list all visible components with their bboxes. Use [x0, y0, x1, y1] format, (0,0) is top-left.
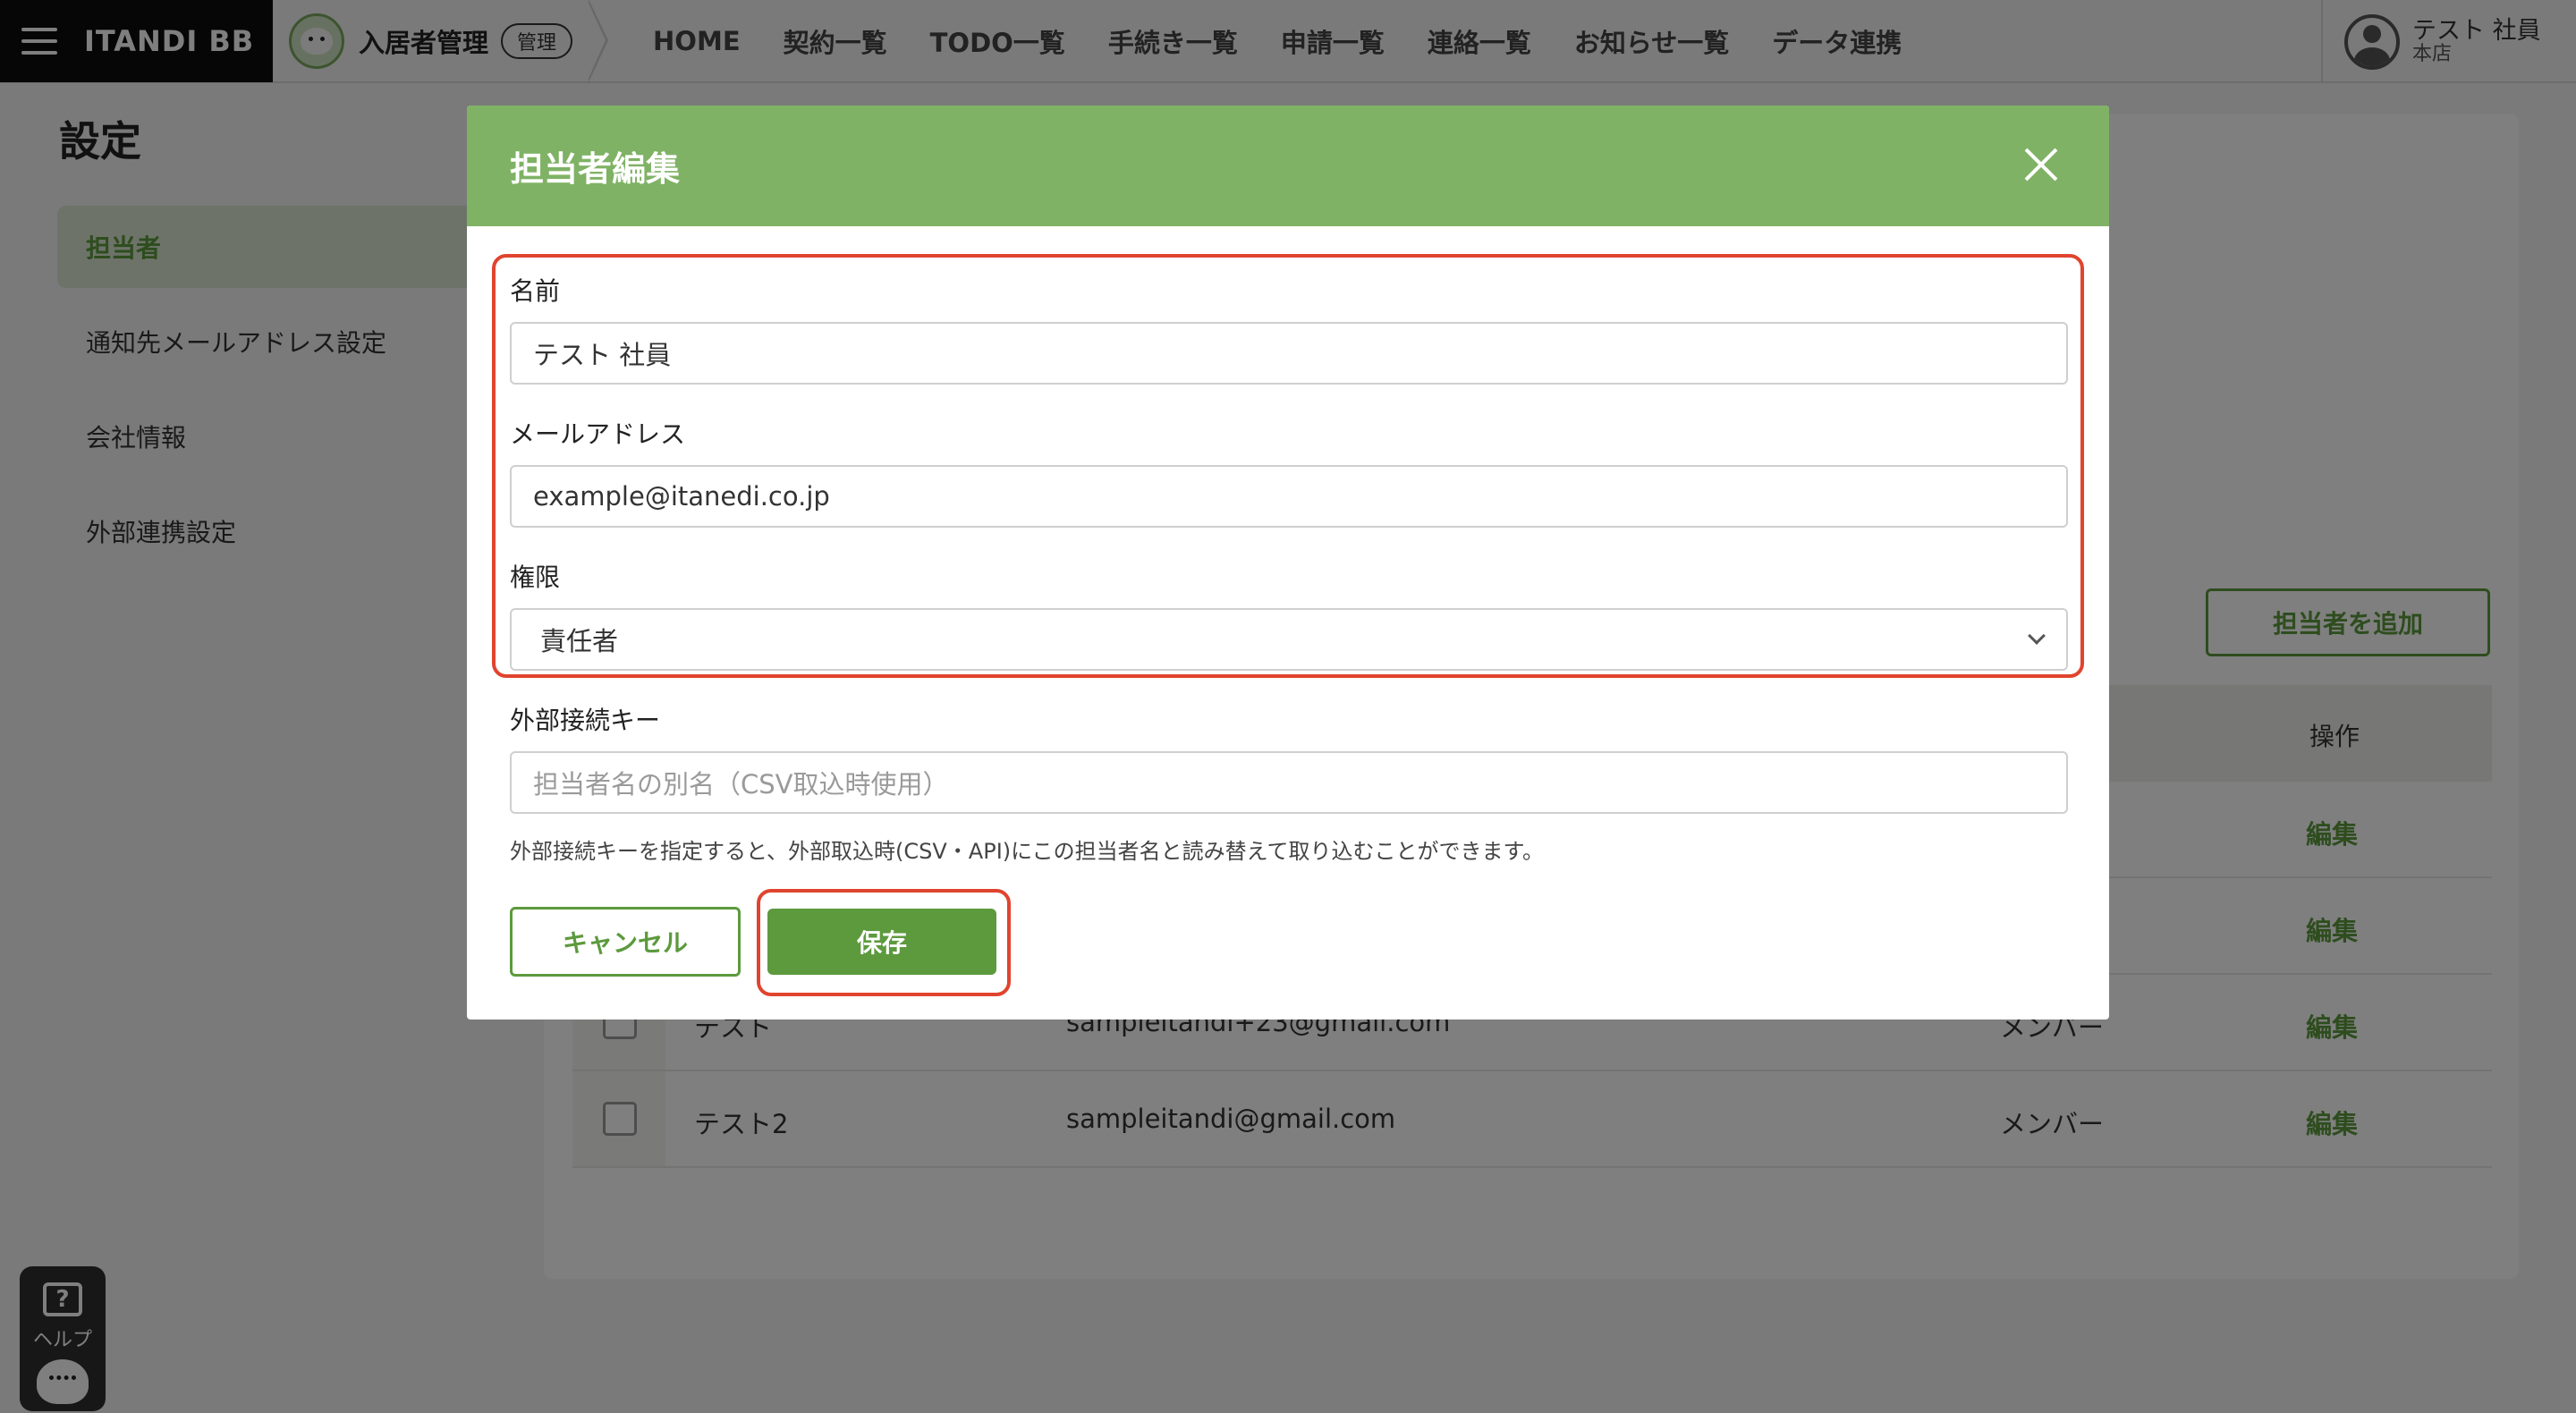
- highlight-form-fields: [492, 254, 2084, 678]
- external-key-hint: 外部接続キーを指定すると、外部取込時(CSV・API)にこの担当者名と読み替えて…: [510, 839, 1545, 864]
- highlight-save-button: [757, 889, 1011, 996]
- external-key-field[interactable]: 担当者名の別名（CSV取込時使用）: [510, 751, 2068, 814]
- dialog-title: 担当者編集: [510, 149, 681, 189]
- cancel-button[interactable]: キャンセル: [510, 907, 741, 977]
- close-icon[interactable]: [2023, 147, 2059, 182]
- dialog-header: 担当者編集: [467, 106, 2109, 226]
- external-key-label: 外部接続キー: [510, 706, 661, 735]
